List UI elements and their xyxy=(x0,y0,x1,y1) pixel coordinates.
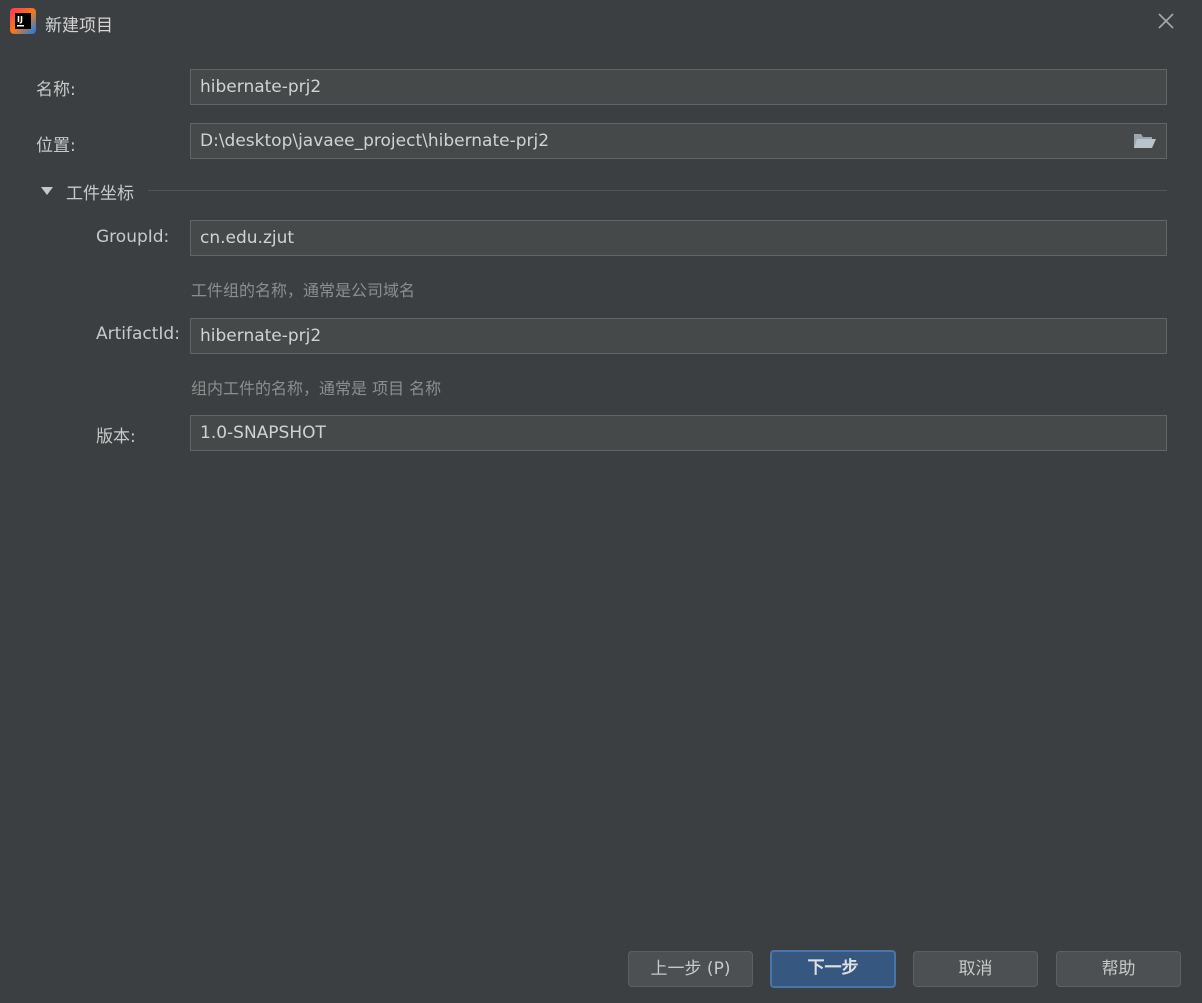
folder-open-icon[interactable] xyxy=(1133,131,1157,151)
window-title: 新建项目 xyxy=(45,16,113,36)
help-button[interactable]: 帮助 xyxy=(1056,951,1181,987)
svg-text:IJ: IJ xyxy=(17,15,23,24)
artifactid-label: ArtifactId: xyxy=(96,324,180,344)
artifact-section-title: 工件坐标 xyxy=(66,184,134,204)
groupid-label: GroupId: xyxy=(96,227,170,247)
name-field[interactable]: hibernate-prj2 xyxy=(190,69,1167,105)
artifactid-field[interactable]: hibernate-prj2 xyxy=(190,318,1167,354)
location-label: 位置: xyxy=(36,136,76,156)
version-field[interactable]: 1.0-SNAPSHOT xyxy=(190,415,1167,451)
intellij-idea-icon: IJ xyxy=(10,8,36,34)
version-label: 版本: xyxy=(96,427,136,447)
next-button[interactable]: 下一步 xyxy=(770,950,896,988)
title-bar: IJ 新建项目 xyxy=(0,0,1202,44)
groupid-hint: 工件组的名称，通常是公司域名 xyxy=(191,281,416,300)
location-field[interactable]: D:\desktop\javaee_project\hibernate-prj2 xyxy=(190,123,1167,159)
groupid-field[interactable]: cn.edu.zjut xyxy=(190,220,1167,256)
previous-button[interactable]: 上一步 (P) xyxy=(628,951,753,987)
artifactid-hint: 组内工件的名称，通常是 项目 名称 xyxy=(191,379,442,398)
close-icon[interactable] xyxy=(1153,8,1179,34)
section-separator xyxy=(148,190,1167,191)
cancel-button[interactable]: 取消 xyxy=(913,951,1038,987)
triangle-down-icon xyxy=(41,187,53,195)
name-label: 名称: xyxy=(36,80,76,100)
